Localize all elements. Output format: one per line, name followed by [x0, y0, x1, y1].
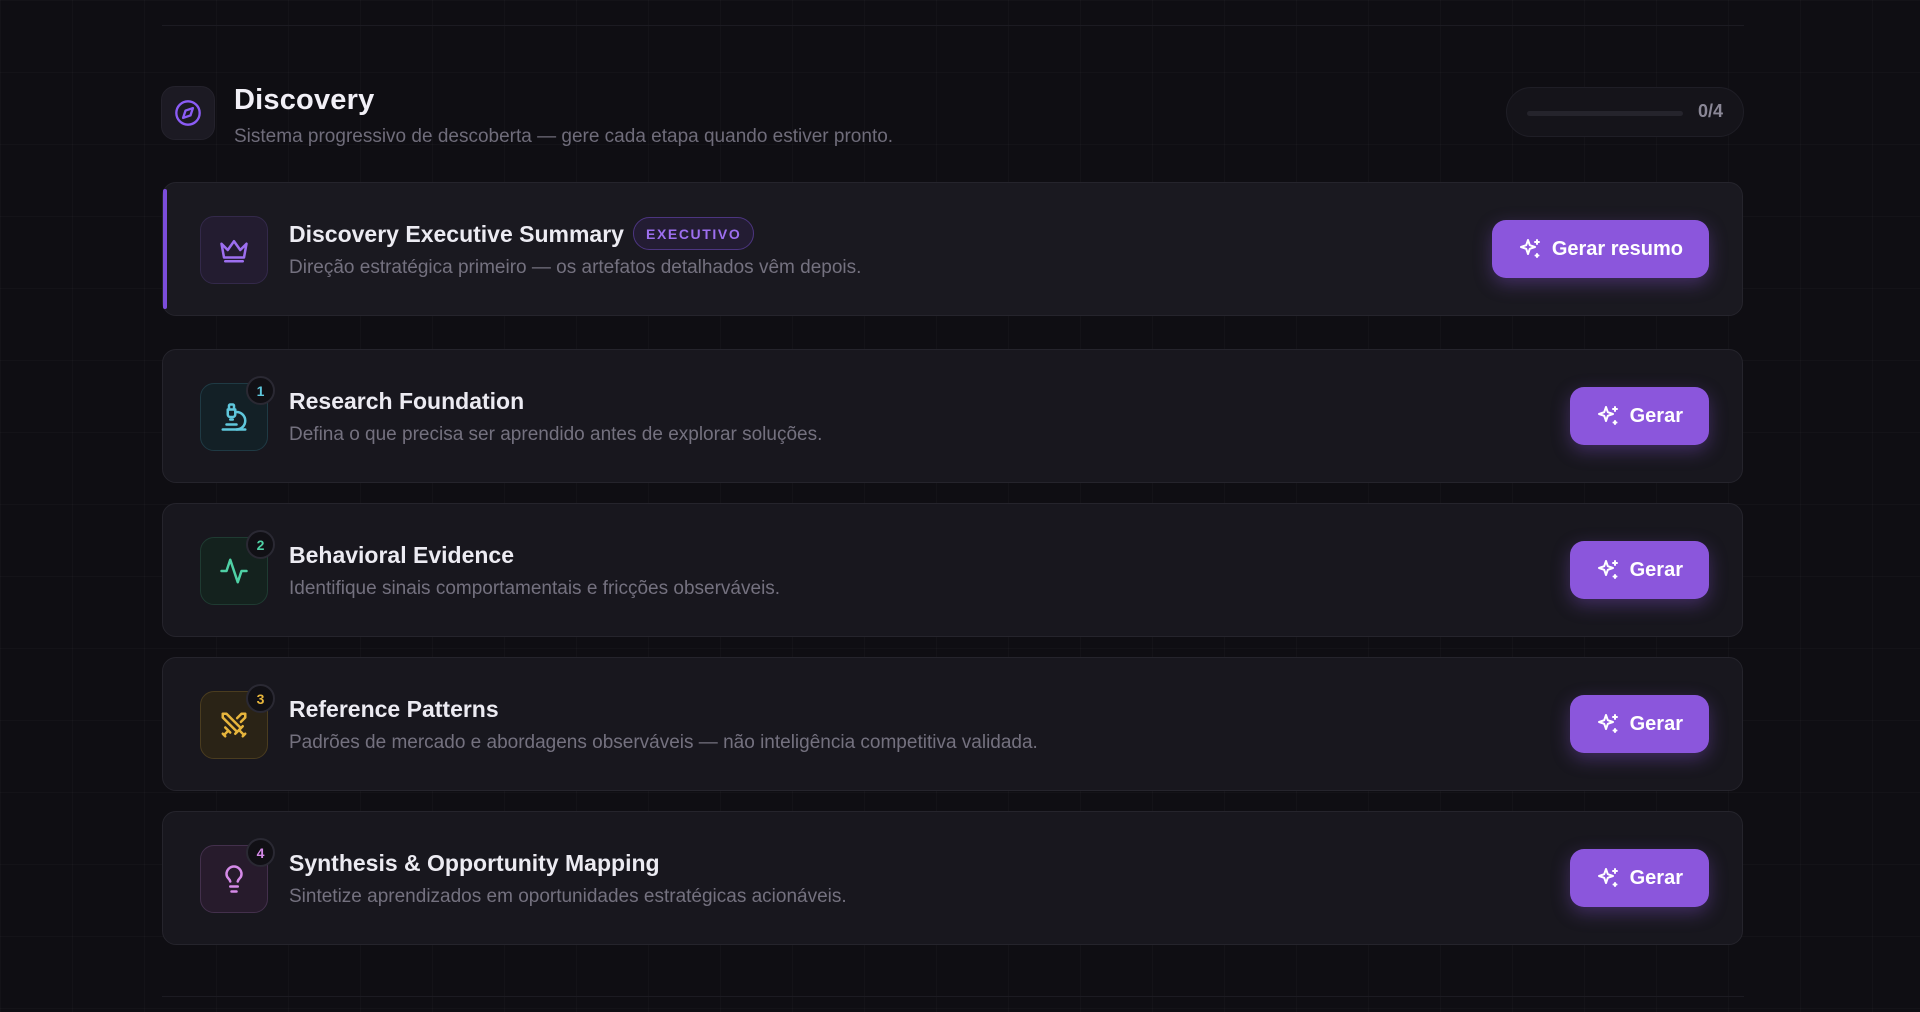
sparkles-icon [1597, 560, 1618, 579]
page-title: Discovery [234, 84, 375, 116]
discovery-header: Discovery Sistema progressivo de descobe… [161, 84, 1744, 147]
progress-track [1527, 111, 1683, 116]
executive-summary-card: Discovery Executive Summary EXECUTIVO Di… [162, 182, 1743, 316]
card-title: Discovery Executive Summary [289, 221, 624, 247]
sparkles-icon [1597, 406, 1618, 425]
progress-indicator: 0/4 [1506, 87, 1744, 137]
compass-icon [161, 86, 215, 140]
card-title: Research Foundation [289, 388, 525, 414]
generate-button[interactable]: Gerar [1569, 541, 1709, 599]
bottom-divider [162, 996, 1744, 997]
card-description: Padrões de mercado e abordagens observáv… [289, 732, 1038, 753]
generate-button[interactable]: Gerar [1569, 387, 1709, 445]
button-label: Gerar resumo [1551, 237, 1683, 260]
crown-icon [200, 216, 268, 284]
generate-summary-button[interactable]: Gerar resumo [1491, 220, 1709, 278]
step-number-badge: 4 [246, 838, 275, 867]
sparkles-icon [1519, 239, 1540, 258]
card-title: Synthesis & Opportunity Mapping [289, 850, 660, 876]
progress-count: 0/4 [1697, 101, 1723, 121]
card-description: Defina o que precisa ser aprendido antes… [289, 424, 823, 445]
card-description: Identifique sinais comportamentais e fri… [289, 578, 781, 599]
card-title: Reference Patterns [289, 696, 499, 722]
generate-button[interactable]: Gerar [1569, 849, 1709, 907]
step-number-badge: 3 [246, 684, 275, 713]
microscope-icon: 1 [200, 376, 275, 451]
generate-button[interactable]: Gerar [1569, 695, 1709, 753]
activity-icon: 2 [200, 530, 275, 605]
swords-icon: 3 [200, 684, 275, 759]
executive-tag-badge: EXECUTIVO [633, 217, 755, 250]
sparkles-icon [1597, 714, 1618, 733]
step-card-reference-patterns: 3 Reference Patterns Padrões de mercado … [162, 657, 1743, 791]
card-description: Direção estratégica primeiro — os artefa… [289, 257, 862, 278]
button-label: Gerar [1629, 558, 1683, 581]
button-label: Gerar [1629, 404, 1683, 427]
page-subtitle: Sistema progressivo de descoberta — gere… [234, 126, 894, 147]
step-card-synthesis: 4 Synthesis & Opportunity Mapping Sintet… [162, 811, 1743, 945]
lightbulb-icon: 4 [200, 838, 275, 913]
button-label: Gerar [1629, 712, 1683, 735]
sparkles-icon [1597, 868, 1618, 887]
card-title: Behavioral Evidence [289, 542, 514, 568]
step-number-badge: 1 [246, 376, 275, 405]
button-label: Gerar [1629, 866, 1683, 889]
step-card-behavioral-evidence: 2 Behavioral Evidence Identifique sinais… [162, 503, 1743, 637]
card-description: Sintetize aprendizados em oportunidades … [289, 886, 847, 907]
step-card-research-foundation: 1 Research Foundation Defina o que preci… [162, 349, 1743, 483]
step-number-badge: 2 [246, 530, 275, 559]
top-divider [162, 25, 1744, 26]
